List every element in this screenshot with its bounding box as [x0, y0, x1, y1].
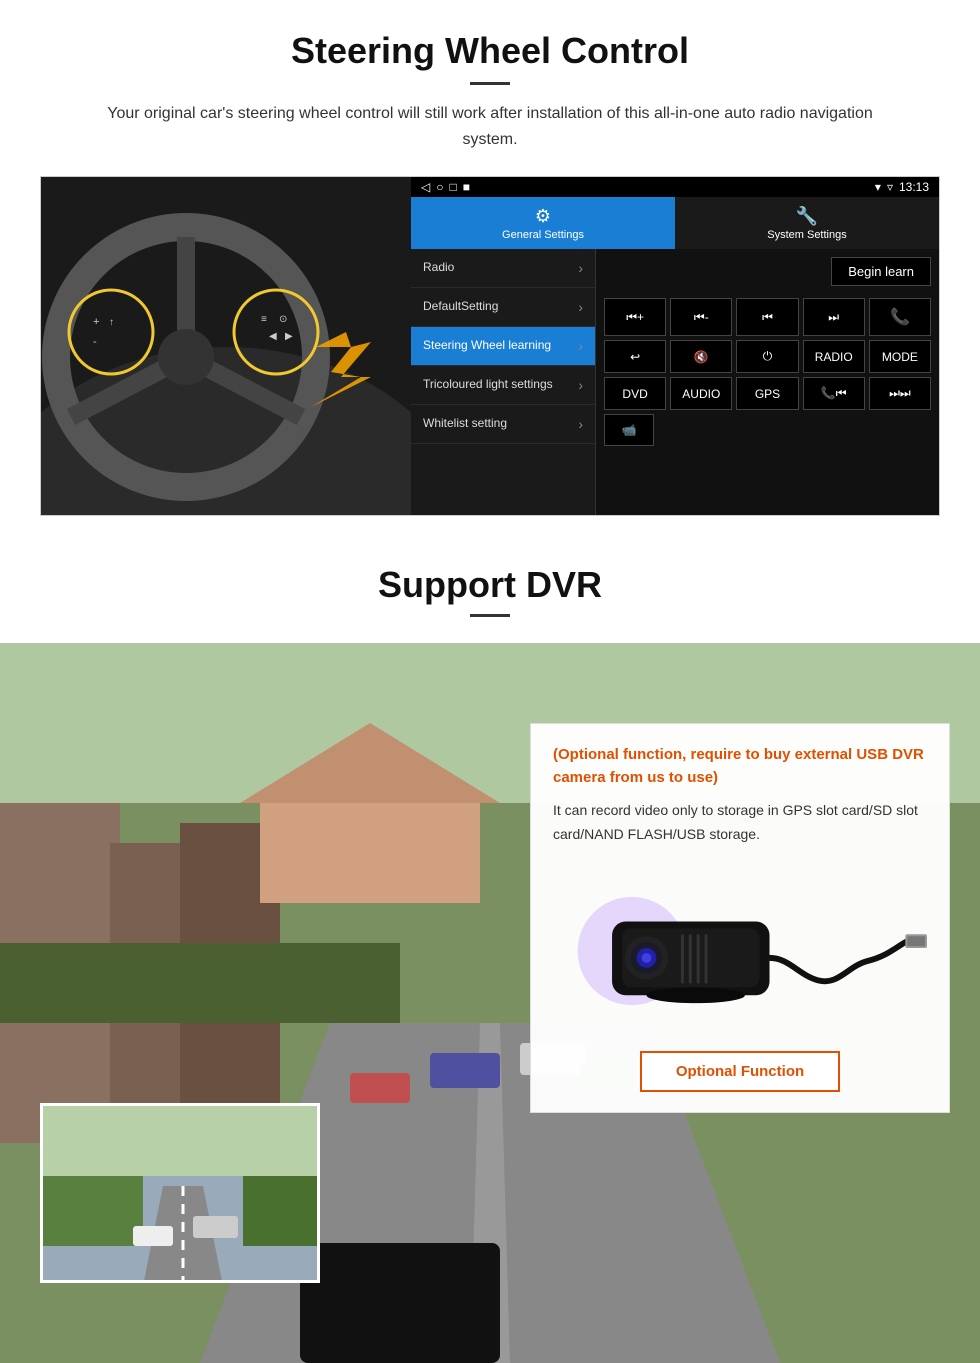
control-row-4: 📹: [604, 414, 931, 446]
steering-wheel-photo: + - ↑ ≡ ⊙ ◀ ▶: [41, 177, 411, 515]
dvr-title: Support DVR: [40, 564, 940, 606]
menu-tricoloured-label: Tricoloured light settings: [423, 377, 553, 393]
menu-whitelist-label: Whitelist setting: [423, 416, 507, 432]
ctrl-mode[interactable]: MODE: [869, 340, 931, 373]
dvr-header: Support DVR: [0, 536, 980, 643]
system-icon: 🔧: [796, 206, 818, 227]
signal-icon: ▾: [875, 180, 881, 194]
menu-item-default-setting[interactable]: DefaultSetting ›: [411, 288, 595, 327]
ctrl-mute[interactable]: 🔇: [670, 340, 732, 373]
optional-function-button[interactable]: Optional Function: [640, 1051, 840, 1092]
ctrl-next[interactable]: ⏭: [803, 298, 865, 336]
steering-section: Steering Wheel Control Your original car…: [0, 0, 980, 536]
ctrl-prev[interactable]: ⏮: [736, 298, 798, 336]
control-grid: ⏮+ ⏮- ⏮ ⏭ 📞 ↩ 🔇 ⏻ RADIO MODE: [596, 294, 939, 450]
ctrl-radio[interactable]: RADIO: [803, 340, 865, 373]
svg-text:≡: ≡: [261, 314, 267, 325]
wifi-icon: ▿: [887, 180, 893, 194]
title-divider: [470, 82, 510, 85]
dvr-description: It can record video only to storage in G…: [553, 799, 927, 847]
dvr-camera-illustration: [553, 861, 927, 1041]
ctrl-vol-down[interactable]: ⏮-: [670, 298, 732, 336]
ctrl-phone[interactable]: 📞: [869, 298, 931, 336]
steering-description: Your original car's steering wheel contr…: [80, 101, 900, 152]
menu-item-whitelist[interactable]: Whitelist setting ›: [411, 405, 595, 444]
menu-default-label: DefaultSetting: [423, 299, 498, 315]
ctrl-camera[interactable]: 📹: [604, 414, 654, 446]
dvr-optional-heading: (Optional function, require to buy exter…: [553, 744, 927, 789]
svg-text:+: +: [93, 316, 99, 328]
menu-steering-label: Steering Wheel learning: [423, 338, 551, 354]
svg-text:◀: ◀: [269, 331, 277, 342]
ctrl-gps[interactable]: GPS: [736, 377, 798, 410]
ctrl-audio[interactable]: AUDIO: [670, 377, 732, 410]
tab-general-label: General Settings: [502, 229, 584, 241]
dvr-scene: (Optional function, require to buy exter…: [0, 643, 980, 1363]
chevron-icon: ›: [578, 260, 583, 276]
nav-home-icon: ○: [436, 180, 443, 194]
svg-text:⊙: ⊙: [279, 314, 287, 325]
chevron-icon: ›: [578, 377, 583, 393]
ctrl-dvd[interactable]: DVD: [604, 377, 666, 410]
ctrl-skip[interactable]: ⏭⏭: [869, 377, 931, 410]
menu-radio-label: Radio: [423, 260, 454, 276]
android-ui-panel: ◁ ○ □ ■ ▾ ▿ 13:13 ⚙ General Settings 🔧 S…: [411, 177, 939, 515]
svg-text:↑: ↑: [109, 317, 114, 328]
ctrl-power[interactable]: ⏻: [736, 340, 798, 373]
ui-demo-container: + - ↑ ≡ ⊙ ◀ ▶ ◁ ○ □ ■: [40, 176, 940, 516]
dvr-title-divider: [470, 614, 510, 617]
control-row-2: ↩ 🔇 ⏻ RADIO MODE: [604, 340, 931, 373]
steering-title: Steering Wheel Control: [40, 30, 940, 72]
dvr-section: Support DVR: [0, 536, 980, 1363]
dvr-inset-camera-view: [40, 1103, 320, 1283]
ctrl-phone-prev[interactable]: 📞⏮: [803, 377, 865, 410]
tab-system-settings[interactable]: 🔧 System Settings: [675, 197, 939, 249]
android-status-bar: ◁ ○ □ ■ ▾ ▿ 13:13: [411, 177, 939, 197]
nav-back-icon: ◁: [421, 180, 430, 194]
ctrl-back[interactable]: ↩: [604, 340, 666, 373]
chevron-icon: ›: [578, 338, 583, 354]
tab-general-settings[interactable]: ⚙ General Settings: [411, 197, 675, 249]
menu-item-tricoloured[interactable]: Tricoloured light settings ›: [411, 366, 595, 405]
steering-bg: + - ↑ ≡ ⊙ ◀ ▶: [41, 177, 411, 515]
status-time: 13:13: [899, 180, 929, 194]
control-row-1: ⏮+ ⏮- ⏮ ⏭ 📞: [604, 298, 931, 336]
begin-learn-button[interactable]: Begin learn: [831, 257, 931, 286]
control-row-3: DVD AUDIO GPS 📞⏮ ⏭⏭: [604, 377, 931, 410]
android-tab-row: ⚙ General Settings 🔧 System Settings: [411, 197, 939, 249]
menu-item-radio[interactable]: Radio ›: [411, 249, 595, 288]
chevron-icon: ›: [578, 299, 583, 315]
android-menu-list: Radio › DefaultSetting › Steering Wheel …: [411, 249, 596, 515]
ctrl-vol-up[interactable]: ⏮+: [604, 298, 666, 336]
dvr-info-card: (Optional function, require to buy exter…: [530, 723, 950, 1113]
nav-menu-icon: ■: [463, 180, 470, 194]
settings-gear-icon: ⚙: [535, 206, 551, 227]
android-right-panel: Begin learn ⏮+ ⏮- ⏮ ⏭ 📞 ↩: [596, 249, 939, 515]
begin-learn-row: Begin learn: [596, 249, 939, 294]
nav-recent-icon: □: [449, 180, 456, 194]
menu-item-steering-learning[interactable]: Steering Wheel learning ›: [411, 327, 595, 366]
svg-text:▶: ▶: [285, 331, 293, 342]
tab-system-label: System Settings: [767, 229, 846, 241]
chevron-icon: ›: [578, 416, 583, 432]
svg-text:-: -: [93, 336, 97, 348]
android-content-area: Radio › DefaultSetting › Steering Wheel …: [411, 249, 939, 515]
